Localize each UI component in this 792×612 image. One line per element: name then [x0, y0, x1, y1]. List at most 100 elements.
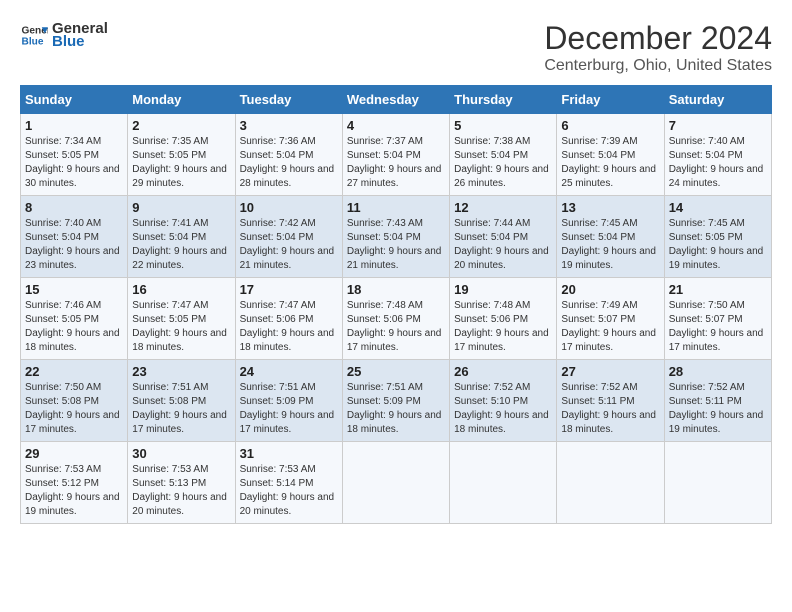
- day-number: 28: [669, 364, 767, 379]
- calendar-cell: [557, 442, 664, 524]
- day-info: Sunrise: 7:51 AMSunset: 5:09 PMDaylight:…: [240, 382, 335, 435]
- day-number: 8: [25, 200, 123, 215]
- day-info: Sunrise: 7:37 AMSunset: 5:04 PMDaylight:…: [347, 136, 442, 189]
- day-number: 30: [132, 446, 230, 461]
- day-info: Sunrise: 7:35 AMSunset: 5:05 PMDaylight:…: [132, 136, 227, 189]
- calendar-cell: 13 Sunrise: 7:45 AMSunset: 5:04 PMDaylig…: [557, 196, 664, 278]
- calendar-cell: 17 Sunrise: 7:47 AMSunset: 5:06 PMDaylig…: [235, 278, 342, 360]
- calendar-cell: 8 Sunrise: 7:40 AMSunset: 5:04 PMDayligh…: [21, 196, 128, 278]
- calendar-week-row: 22 Sunrise: 7:50 AMSunset: 5:08 PMDaylig…: [21, 360, 772, 442]
- logo-blue: Blue: [52, 33, 108, 50]
- day-info: Sunrise: 7:45 AMSunset: 5:04 PMDaylight:…: [561, 218, 656, 271]
- calendar-table: Sunday Monday Tuesday Wednesday Thursday…: [20, 85, 772, 524]
- day-info: Sunrise: 7:38 AMSunset: 5:04 PMDaylight:…: [454, 136, 549, 189]
- calendar-cell: 4 Sunrise: 7:37 AMSunset: 5:04 PMDayligh…: [342, 114, 449, 196]
- svg-text:Blue: Blue: [22, 36, 44, 47]
- calendar-cell: 5 Sunrise: 7:38 AMSunset: 5:04 PMDayligh…: [450, 114, 557, 196]
- day-info: Sunrise: 7:42 AMSunset: 5:04 PMDaylight:…: [240, 218, 335, 271]
- col-monday: Monday: [128, 86, 235, 114]
- day-info: Sunrise: 7:51 AMSunset: 5:08 PMDaylight:…: [132, 382, 227, 435]
- day-info: Sunrise: 7:53 AMSunset: 5:14 PMDaylight:…: [240, 464, 335, 517]
- calendar-cell: 20 Sunrise: 7:49 AMSunset: 5:07 PMDaylig…: [557, 278, 664, 360]
- calendar-cell: 24 Sunrise: 7:51 AMSunset: 5:09 PMDaylig…: [235, 360, 342, 442]
- day-number: 16: [132, 282, 230, 297]
- calendar-week-row: 1 Sunrise: 7:34 AMSunset: 5:05 PMDayligh…: [21, 114, 772, 196]
- calendar-cell: 2 Sunrise: 7:35 AMSunset: 5:05 PMDayligh…: [128, 114, 235, 196]
- day-number: 26: [454, 364, 552, 379]
- day-info: Sunrise: 7:47 AMSunset: 5:05 PMDaylight:…: [132, 300, 227, 353]
- day-info: Sunrise: 7:52 AMSunset: 5:11 PMDaylight:…: [669, 382, 764, 435]
- day-info: Sunrise: 7:52 AMSunset: 5:10 PMDaylight:…: [454, 382, 549, 435]
- day-info: Sunrise: 7:48 AMSunset: 5:06 PMDaylight:…: [454, 300, 549, 353]
- day-number: 20: [561, 282, 659, 297]
- page-subtitle: Centerburg, Ohio, United States: [544, 57, 772, 75]
- day-number: 12: [454, 200, 552, 215]
- calendar-cell: 22 Sunrise: 7:50 AMSunset: 5:08 PMDaylig…: [21, 360, 128, 442]
- calendar-cell: 7 Sunrise: 7:40 AMSunset: 5:04 PMDayligh…: [664, 114, 771, 196]
- day-number: 9: [132, 200, 230, 215]
- calendar-cell: 16 Sunrise: 7:47 AMSunset: 5:05 PMDaylig…: [128, 278, 235, 360]
- day-number: 31: [240, 446, 338, 461]
- day-number: 6: [561, 118, 659, 133]
- col-friday: Friday: [557, 86, 664, 114]
- day-info: Sunrise: 7:46 AMSunset: 5:05 PMDaylight:…: [25, 300, 120, 353]
- calendar-week-row: 8 Sunrise: 7:40 AMSunset: 5:04 PMDayligh…: [21, 196, 772, 278]
- day-number: 2: [132, 118, 230, 133]
- day-info: Sunrise: 7:53 AMSunset: 5:12 PMDaylight:…: [25, 464, 120, 517]
- page-header: General Blue General Blue December 2024 …: [20, 20, 772, 75]
- general-blue-logo-icon: General Blue: [20, 21, 48, 49]
- title-area: December 2024 Centerburg, Ohio, United S…: [544, 20, 772, 75]
- day-info: Sunrise: 7:36 AMSunset: 5:04 PMDaylight:…: [240, 136, 335, 189]
- calendar-cell: 19 Sunrise: 7:48 AMSunset: 5:06 PMDaylig…: [450, 278, 557, 360]
- calendar-cell: 21 Sunrise: 7:50 AMSunset: 5:07 PMDaylig…: [664, 278, 771, 360]
- day-number: 22: [25, 364, 123, 379]
- calendar-cell: [450, 442, 557, 524]
- day-number: 23: [132, 364, 230, 379]
- day-number: 5: [454, 118, 552, 133]
- day-number: 21: [669, 282, 767, 297]
- calendar-cell: [342, 442, 449, 524]
- day-info: Sunrise: 7:53 AMSunset: 5:13 PMDaylight:…: [132, 464, 227, 517]
- day-number: 3: [240, 118, 338, 133]
- day-number: 13: [561, 200, 659, 215]
- calendar-cell: 26 Sunrise: 7:52 AMSunset: 5:10 PMDaylig…: [450, 360, 557, 442]
- day-info: Sunrise: 7:47 AMSunset: 5:06 PMDaylight:…: [240, 300, 335, 353]
- col-thursday: Thursday: [450, 86, 557, 114]
- day-number: 4: [347, 118, 445, 133]
- calendar-cell: 14 Sunrise: 7:45 AMSunset: 5:05 PMDaylig…: [664, 196, 771, 278]
- day-number: 1: [25, 118, 123, 133]
- calendar-cell: 23 Sunrise: 7:51 AMSunset: 5:08 PMDaylig…: [128, 360, 235, 442]
- col-sunday: Sunday: [21, 86, 128, 114]
- day-number: 15: [25, 282, 123, 297]
- day-info: Sunrise: 7:52 AMSunset: 5:11 PMDaylight:…: [561, 382, 656, 435]
- days-header-row: Sunday Monday Tuesday Wednesday Thursday…: [21, 86, 772, 114]
- day-info: Sunrise: 7:50 AMSunset: 5:08 PMDaylight:…: [25, 382, 120, 435]
- day-info: Sunrise: 7:51 AMSunset: 5:09 PMDaylight:…: [347, 382, 442, 435]
- calendar-week-row: 29 Sunrise: 7:53 AMSunset: 5:12 PMDaylig…: [21, 442, 772, 524]
- day-info: Sunrise: 7:34 AMSunset: 5:05 PMDaylight:…: [25, 136, 120, 189]
- day-number: 10: [240, 200, 338, 215]
- page-title: December 2024: [544, 20, 772, 57]
- day-number: 7: [669, 118, 767, 133]
- calendar-cell: 28 Sunrise: 7:52 AMSunset: 5:11 PMDaylig…: [664, 360, 771, 442]
- calendar-cell: [664, 442, 771, 524]
- day-number: 18: [347, 282, 445, 297]
- calendar-cell: 15 Sunrise: 7:46 AMSunset: 5:05 PMDaylig…: [21, 278, 128, 360]
- day-info: Sunrise: 7:40 AMSunset: 5:04 PMDaylight:…: [25, 218, 120, 271]
- day-info: Sunrise: 7:39 AMSunset: 5:04 PMDaylight:…: [561, 136, 656, 189]
- day-info: Sunrise: 7:50 AMSunset: 5:07 PMDaylight:…: [669, 300, 764, 353]
- calendar-cell: 10 Sunrise: 7:42 AMSunset: 5:04 PMDaylig…: [235, 196, 342, 278]
- calendar-cell: 27 Sunrise: 7:52 AMSunset: 5:11 PMDaylig…: [557, 360, 664, 442]
- day-number: 11: [347, 200, 445, 215]
- day-info: Sunrise: 7:49 AMSunset: 5:07 PMDaylight:…: [561, 300, 656, 353]
- calendar-cell: 3 Sunrise: 7:36 AMSunset: 5:04 PMDayligh…: [235, 114, 342, 196]
- col-wednesday: Wednesday: [342, 86, 449, 114]
- day-number: 24: [240, 364, 338, 379]
- calendar-week-row: 15 Sunrise: 7:46 AMSunset: 5:05 PMDaylig…: [21, 278, 772, 360]
- calendar-cell: 29 Sunrise: 7:53 AMSunset: 5:12 PMDaylig…: [21, 442, 128, 524]
- day-number: 29: [25, 446, 123, 461]
- day-info: Sunrise: 7:43 AMSunset: 5:04 PMDaylight:…: [347, 218, 442, 271]
- day-info: Sunrise: 7:48 AMSunset: 5:06 PMDaylight:…: [347, 300, 442, 353]
- calendar-body: 1 Sunrise: 7:34 AMSunset: 5:05 PMDayligh…: [21, 114, 772, 524]
- day-info: Sunrise: 7:41 AMSunset: 5:04 PMDaylight:…: [132, 218, 227, 271]
